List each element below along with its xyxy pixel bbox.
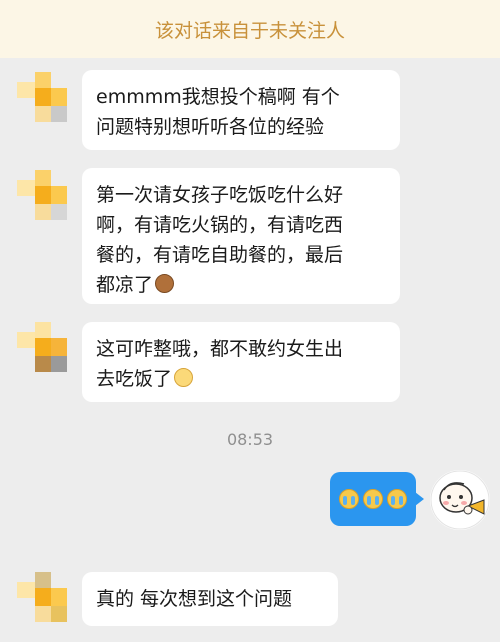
banner-text: 该对话来自于未关注人 — [154, 19, 345, 42]
bubble-tail — [415, 492, 424, 506]
message-text: 这可咋整哦，都不敢约女生出 — [96, 338, 344, 360]
message-bubble: 第一次请女孩子吃饭吃什么好 啊，有请吃火锅的，有请吃西 餐的，有请吃自助餐的，最… — [82, 168, 400, 304]
message-bubble: 这可咋整哦，都不敢约女生出 去吃饭了 — [82, 322, 400, 402]
message-bubble: 真的 每次想到这个问题 — [82, 572, 338, 626]
sender-avatar[interactable] — [17, 72, 67, 122]
my-avatar[interactable] — [430, 470, 490, 530]
sender-avatar[interactable] — [17, 322, 67, 372]
sad-face-emoji-icon — [174, 368, 194, 387]
crying-laughing-emoji-icon — [363, 489, 383, 509]
crying-laughing-emoji-icon — [339, 489, 359, 509]
unfollowed-notice-banner: 该对话来自于未关注人 — [0, 0, 500, 58]
message-bubble: emmmm我想投个稿啊 有个 问题特别想听听各位的经验 — [82, 70, 400, 150]
sender-avatar[interactable] — [17, 572, 67, 622]
message-text: 餐的，有请吃自助餐的，最后 — [96, 244, 344, 266]
message-text: 第一次请女孩子吃饭吃什么好 — [96, 184, 344, 206]
message-text: 去吃饭了 — [96, 368, 173, 390]
monkey-emoji-icon — [155, 274, 175, 293]
crying-laughing-emoji-icon — [387, 489, 407, 509]
sender-avatar[interactable] — [17, 170, 67, 220]
message-timestamp: 08:53 — [226, 430, 274, 449]
message-text: 真的 每次想到这个问题 — [96, 588, 293, 610]
message-text: 都凉了 — [96, 274, 154, 296]
message-text: emmmm我想投个稿啊 有个 — [96, 86, 340, 108]
cartoon-avatar-icon — [430, 470, 490, 530]
sent-message-bubble — [330, 472, 424, 526]
message-text: 啊，有请吃火锅的，有请吃西 — [96, 214, 344, 236]
message-text: 问题特别想听听各位的经验 — [96, 116, 325, 138]
